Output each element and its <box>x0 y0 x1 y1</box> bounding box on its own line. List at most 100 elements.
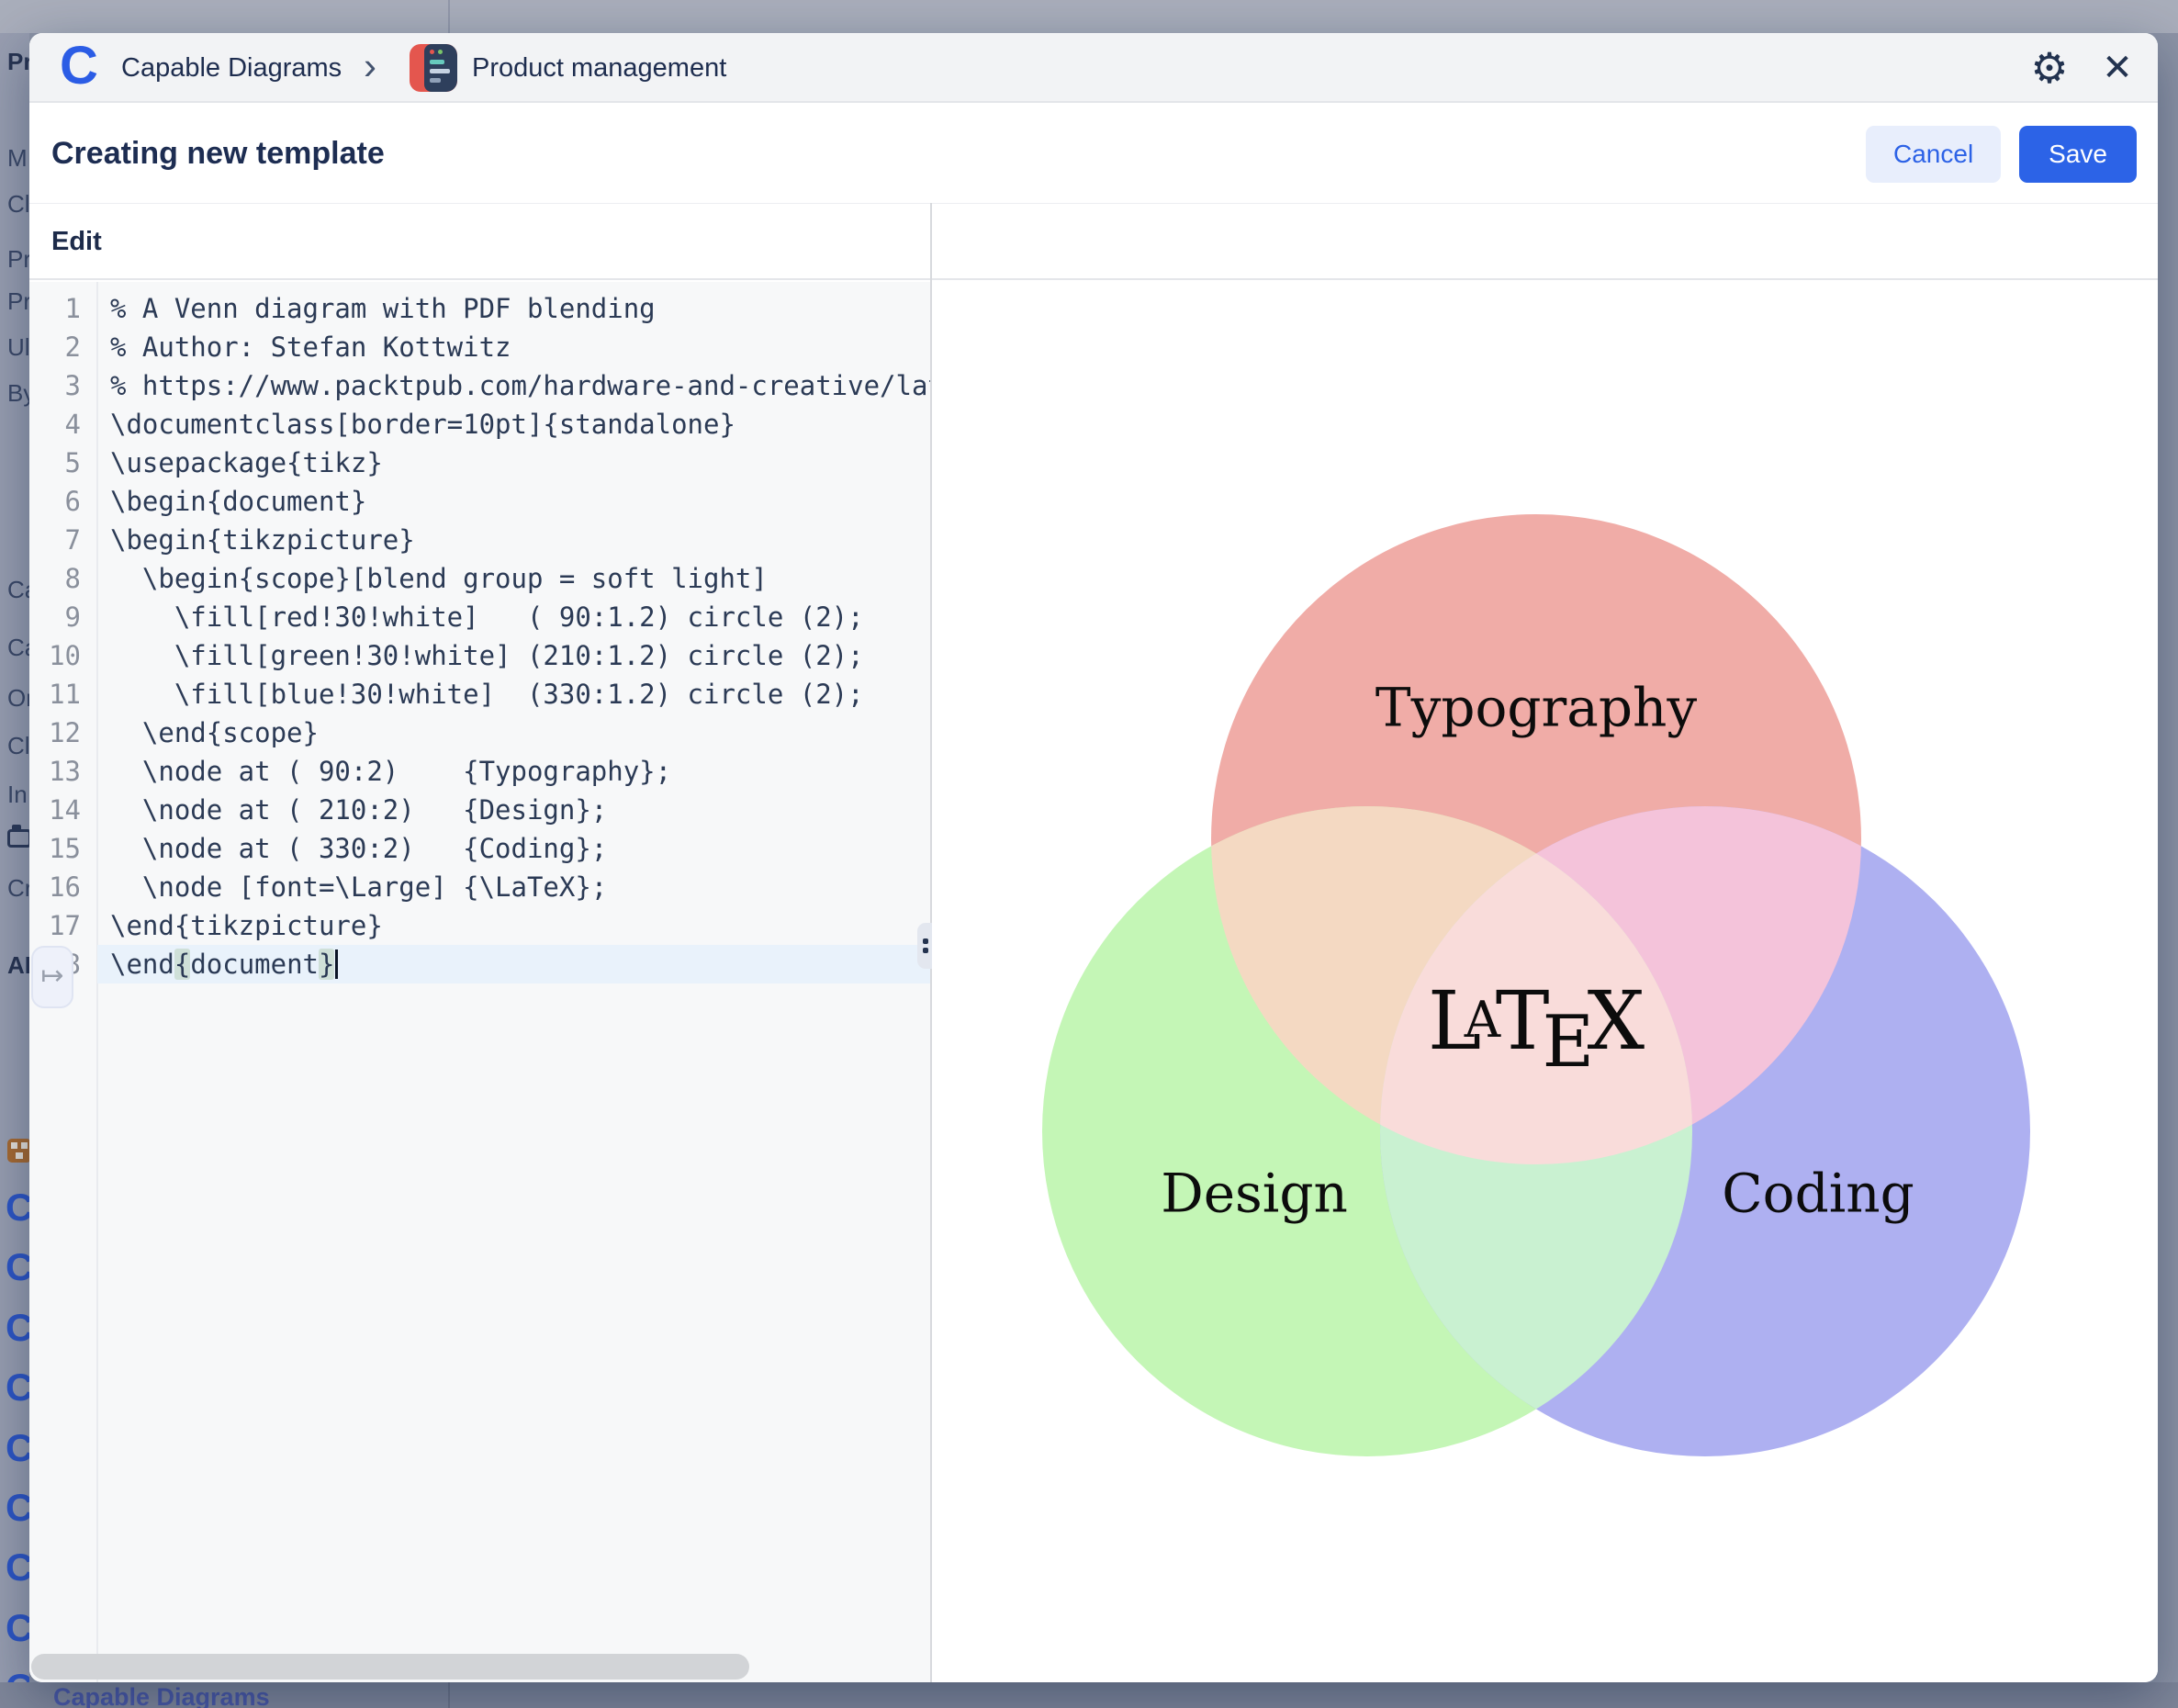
background-sidebar-item: In <box>7 781 28 809</box>
line-number: 16 <box>29 868 81 906</box>
code-line[interactable]: 10 \fill[green!30!white] (210:1.2) circl… <box>29 636 930 675</box>
code-text[interactable]: \usepackage{tikz} <box>110 444 930 482</box>
code-text[interactable]: % https://www.packtpub.com/hardware-and-… <box>110 366 930 405</box>
code-text[interactable]: \documentclass[border=10pt]{standalone} <box>110 405 930 444</box>
page-title: Creating new template <box>51 136 1866 172</box>
code-text[interactable]: \fill[blue!30!white] (330:1.2) circle (2… <box>110 675 930 714</box>
settings-gear-icon[interactable]: ⚙ <box>2024 42 2075 94</box>
code-line[interactable]: 4 \documentclass[border=10pt]{standalone} <box>29 405 930 444</box>
line-number: 10 <box>29 636 81 675</box>
code-line[interactable]: 15 \node at ( 330:2) {Coding}; <box>29 829 930 868</box>
code-editor[interactable]: 1 % A Venn diagram with PDF blending 2 % Au… <box>29 282 930 1682</box>
code-text[interactable]: \fill[green!30!white] (210:1.2) circle (… <box>110 636 930 675</box>
code-line[interactable]: 11 \fill[blue!30!white] (330:1.2) circle… <box>29 675 930 714</box>
app-logo-icon: C <box>53 40 105 92</box>
code-line[interactable]: 2 % Author: Stefan Kottwitz <box>29 328 930 366</box>
code-line[interactable]: 8 \begin{scope}[blend group = soft light… <box>29 559 930 598</box>
code-line[interactable]: 5 \usepackage{tikz} <box>29 444 930 482</box>
background-sidebar-item: Or <box>7 684 29 713</box>
line-number: 6 <box>29 482 81 521</box>
code-line[interactable]: 17\end{tikzpicture} <box>29 906 930 945</box>
line-number: 14 <box>29 791 81 829</box>
cancel-button[interactable]: Cancel <box>1866 126 2001 183</box>
venn-label-coding: Coding <box>1722 1163 1914 1225</box>
code-line[interactable]: 12 \end{scope} <box>29 714 930 752</box>
code-line[interactable]: 16 \node [font=\Large] {\LaTeX}; <box>29 868 930 906</box>
background-sidebar-item: Pr <box>7 245 29 274</box>
close-icon[interactable]: ✕ <box>2092 44 2143 96</box>
background-template-logo: C <box>6 1666 29 1682</box>
venn-label-latex: LATEX <box>1428 973 1645 1084</box>
background-sidebar-item: Cl <box>7 190 29 219</box>
background-top-strip <box>0 0 2178 33</box>
code-text[interactable]: % Author: Stefan Kottwitz <box>110 328 930 366</box>
panel-header-row: Edit Preview <box>29 203 2158 280</box>
code-text[interactable]: \begin{scope}[blend group = soft light] <box>110 559 930 598</box>
breadcrumb-separator-icon: › <box>364 33 376 103</box>
code-text[interactable]: \node at ( 90:2) {Typography}; <box>110 752 930 791</box>
background-footer-text: Capable Diagrams <box>53 1683 270 1708</box>
line-number: 5 <box>29 444 81 482</box>
modal-title-row: Creating new template Cancel Save <box>29 105 2158 203</box>
line-number: 11 <box>29 675 81 714</box>
background-template-logo: C <box>6 1185 29 1230</box>
code-text[interactable]: \node at ( 210:2) {Design}; <box>110 791 930 829</box>
background-sidebar-item: Pr <box>7 287 29 316</box>
code-text[interactable]: \end{tikzpicture} <box>110 906 930 945</box>
background-panel-divider <box>448 1682 450 1708</box>
code-text[interactable]: \node [font=\Large] {\LaTeX}; <box>110 868 930 906</box>
indent-guide-button[interactable]: ↦ <box>31 946 73 1008</box>
line-number: 1 <box>29 289 81 328</box>
code-text[interactable]: \node at ( 330:2) {Coding}; <box>110 829 930 868</box>
background-template-logo: C <box>6 1245 29 1289</box>
new-template-modal: C Capable Diagrams › Product management … <box>29 33 2158 1682</box>
venn-label-typography: Typography <box>1375 677 1697 739</box>
venn-label-design: Design <box>1161 1163 1348 1225</box>
background-sidebar-item: Cl <box>7 732 29 760</box>
line-number: 15 <box>29 829 81 868</box>
code-line[interactable]: 3 % https://www.packtpub.com/hardware-and… <box>29 366 930 405</box>
code-line[interactable]: 13 \node at ( 90:2) {Typography}; <box>29 752 930 791</box>
background-template-logo: C <box>6 1606 29 1650</box>
background-template-logo: C <box>6 1306 29 1350</box>
background-sidebar-item: Ca <box>7 634 29 662</box>
background-section-label: AP <box>7 951 29 980</box>
background-page-heading: Pr <box>7 48 29 76</box>
line-number: 12 <box>29 714 81 752</box>
edit-panel-label: Edit <box>51 204 102 281</box>
code-text[interactable]: \begin{document} <box>110 482 930 521</box>
breadcrumb-app-name[interactable]: Capable Diagrams <box>121 33 342 103</box>
line-number: 3 <box>29 366 81 405</box>
line-number: 9 <box>29 598 81 636</box>
background-bottom-strip: Capable Diagrams <box>0 1682 2178 1708</box>
modal-header: C Capable Diagrams › Product management … <box>29 33 2158 103</box>
code-line[interactable]: 18\end{document} <box>29 945 930 983</box>
background-sidebar-item: Cr <box>7 874 29 903</box>
code-text[interactable]: \end{scope} <box>110 714 930 752</box>
background-sidebar: PrMClPrPrUlByCaCaOrClInCrAPCCCCCCCCC <box>0 33 29 1682</box>
code-text[interactable]: \end{document} <box>110 945 930 983</box>
background-panel-divider <box>448 0 450 33</box>
background-sidebar-item: Ul <box>7 333 29 362</box>
background-template-logo: C <box>6 1486 29 1530</box>
code-line[interactable]: 1 % A Venn diagram with PDF blending <box>29 289 930 328</box>
background-sidebar-item: Ca <box>7 576 29 604</box>
text-cursor <box>335 950 338 979</box>
code-text[interactable]: \fill[red!30!white] ( 90:1.2) circle (2)… <box>110 598 930 636</box>
code-text[interactable]: \begin{tikzpicture} <box>110 521 930 559</box>
save-button[interactable]: Save <box>2019 126 2137 183</box>
code-line[interactable]: 6 \begin{document} <box>29 482 930 521</box>
editor-horizontal-scrollbar[interactable] <box>31 1654 749 1680</box>
diagram-preview-pane: Typography Design Coding LATEX <box>932 282 2158 1682</box>
background-sidebar-item: M <box>7 144 28 173</box>
line-number: 4 <box>29 405 81 444</box>
code-line[interactable]: 9 \fill[red!30!white] ( 90:1.2) circle (… <box>29 598 930 636</box>
code-line[interactable]: 14 \node at ( 210:2) {Design}; <box>29 791 930 829</box>
line-number: 8 <box>29 559 81 598</box>
line-number: 2 <box>29 328 81 366</box>
code-line[interactable]: 7\begin{tikzpicture} <box>29 521 930 559</box>
code-text[interactable]: % A Venn diagram with PDF blending <box>110 289 930 328</box>
breadcrumb-page-name[interactable]: Product management <box>472 33 726 103</box>
background-template-logo: C <box>6 1545 29 1590</box>
folder-icon <box>7 829 29 848</box>
